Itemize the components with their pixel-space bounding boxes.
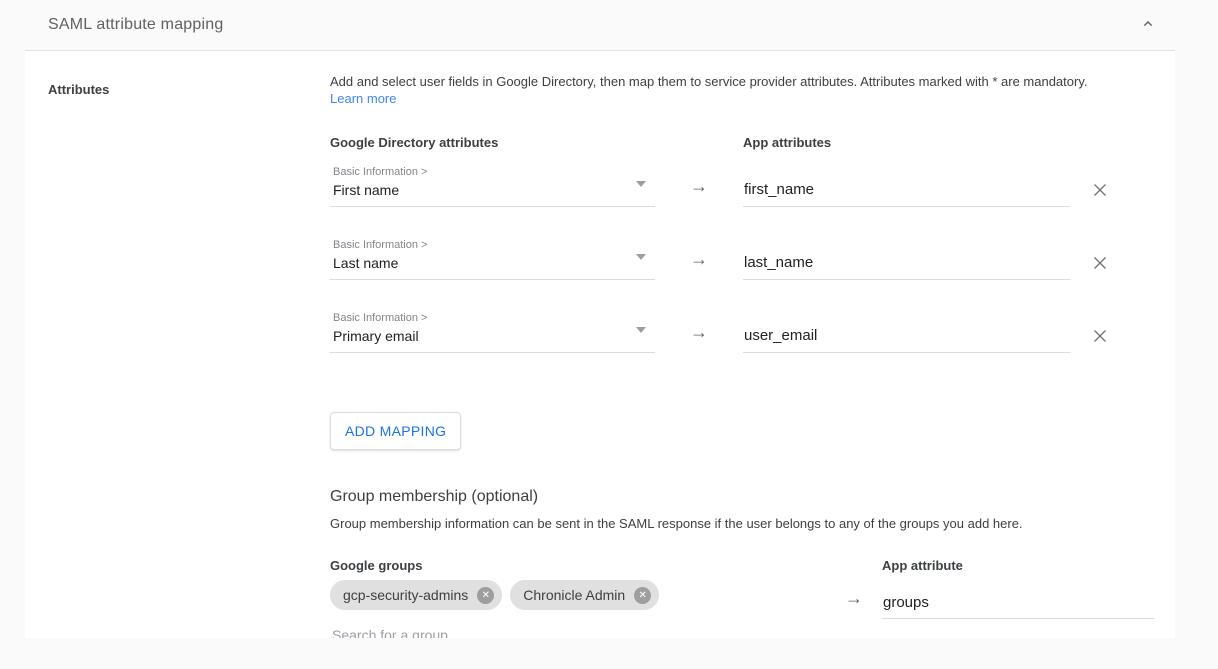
collapse-section-button[interactable]: [1136, 13, 1160, 37]
add-mapping-button[interactable]: ADD MAPPING: [330, 412, 461, 450]
groups-attribute-input[interactable]: [882, 594, 1155, 619]
arrow-cell: →: [655, 177, 743, 207]
arrow-cell: →: [655, 250, 743, 280]
chevron-up-icon: [1140, 16, 1156, 35]
close-icon: [1092, 332, 1108, 347]
directory-attribute-select[interactable]: Basic Information > Primary email: [330, 312, 655, 353]
select-category-label: Basic Information >: [333, 312, 655, 325]
app-attribute-label: App attribute: [882, 558, 1155, 573]
attributes-label-column: Attributes: [48, 51, 330, 638]
mapping-row: Basic Information > First name →: [330, 166, 1175, 207]
main-column: Add and select user fields in Google Dir…: [330, 51, 1175, 638]
group-chip-label: Chronicle Admin: [523, 587, 625, 603]
attributes-description: Add and select user fields in Google Dir…: [330, 73, 1175, 90]
group-arrow-cell: →: [822, 558, 882, 638]
google-groups-label: Google groups: [330, 558, 822, 573]
remove-mapping-button[interactable]: [1092, 182, 1108, 207]
chip-remove-icon[interactable]: ✕: [634, 587, 651, 604]
group-chips-row: gcp-security-admins ✕ Chronicle Admin ✕: [330, 580, 822, 610]
chip-remove-icon[interactable]: ✕: [477, 587, 494, 604]
group-search-input[interactable]: [330, 627, 821, 638]
group-membership-description: Group membership information can be sent…: [330, 516, 1175, 531]
arrow-right-icon: →: [690, 322, 708, 342]
dropdown-arrow-icon: [636, 181, 646, 187]
learn-more-link[interactable]: Learn more: [330, 90, 396, 107]
saml-attribute-mapping-panel: Attributes Add and select user fields in…: [25, 51, 1175, 638]
dropdown-arrow-icon: [636, 327, 646, 333]
group-membership-title: Group membership (optional): [330, 488, 1175, 506]
app-attribute-column: App attribute: [882, 558, 1155, 638]
select-value: Primary email: [333, 327, 655, 345]
select-category-label: Basic Information >: [333, 166, 655, 179]
directory-attribute-select[interactable]: Basic Information > First name: [330, 166, 655, 207]
attributes-label: Attributes: [48, 82, 330, 97]
select-value: First name: [333, 181, 655, 199]
close-icon: [1092, 186, 1108, 201]
app-attribute-input[interactable]: [743, 181, 1070, 207]
remove-mapping-button[interactable]: [1092, 255, 1108, 280]
app-attribute-input[interactable]: [743, 327, 1070, 353]
close-icon: [1092, 259, 1108, 274]
group-chip: gcp-security-admins ✕: [330, 580, 502, 610]
app-attributes-header: App attributes: [743, 135, 831, 150]
dropdown-arrow-icon: [636, 254, 646, 260]
mapping-column-headers: Google Directory attributes App attribut…: [330, 135, 1175, 150]
mapping-row: Basic Information > Primary email →: [330, 312, 1175, 353]
group-chip: Chronicle Admin ✕: [510, 580, 659, 610]
directory-attribute-select[interactable]: Basic Information > Last name: [330, 239, 655, 280]
select-category-label: Basic Information >: [333, 239, 655, 252]
arrow-right-icon: →: [845, 588, 863, 608]
page-title: SAML attribute mapping: [48, 16, 223, 34]
app-attribute-input[interactable]: [743, 254, 1070, 280]
arrow-cell: →: [655, 323, 743, 353]
select-value: Last name: [333, 254, 655, 272]
arrow-right-icon: →: [690, 249, 708, 269]
remove-mapping-button[interactable]: [1092, 328, 1108, 353]
mapping-row: Basic Information > Last name →: [330, 239, 1175, 280]
arrow-right-icon: →: [690, 176, 708, 196]
group-membership-area: Google groups gcp-security-admins ✕ Chro…: [330, 558, 1175, 638]
google-directory-attributes-header: Google Directory attributes: [330, 135, 743, 150]
group-chip-label: gcp-security-admins: [343, 587, 468, 603]
section-header: SAML attribute mapping: [25, 0, 1175, 51]
google-groups-column: Google groups gcp-security-admins ✕ Chro…: [330, 558, 822, 638]
